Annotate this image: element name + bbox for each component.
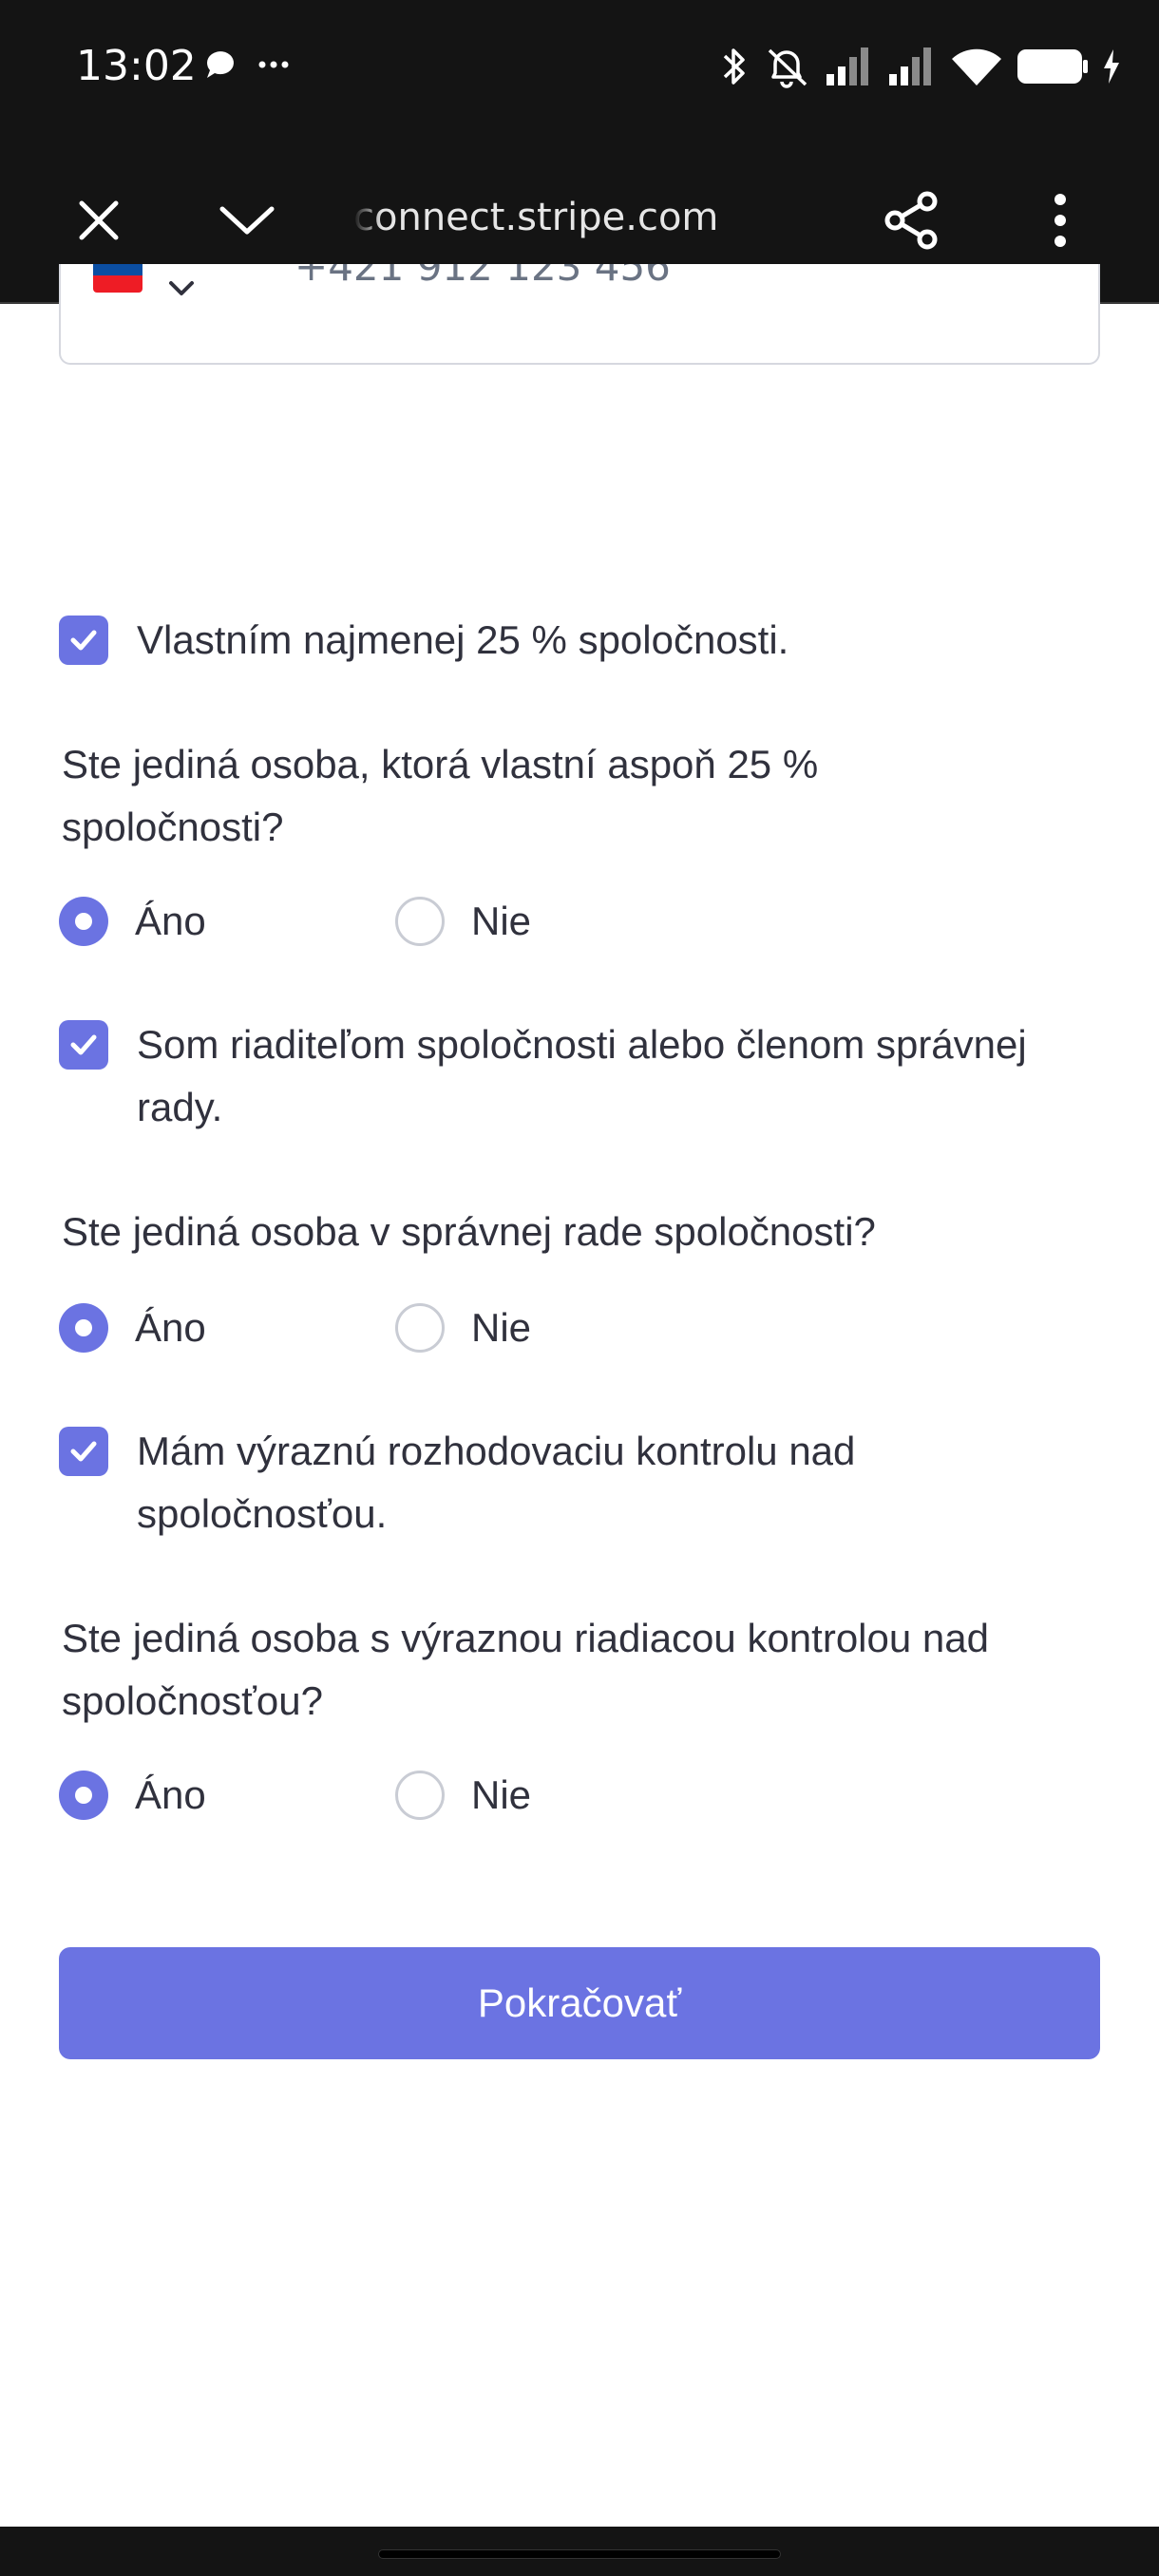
status-right-icons [720, 38, 1121, 95]
charging-icon [1104, 49, 1119, 84]
control-radio-no[interactable]: Nie [395, 1769, 531, 1822]
radio-button-unselected[interactable] [395, 1303, 445, 1353]
share-button[interactable] [874, 182, 950, 258]
director-checkbox-label: Som riaditeľom spoločnosti alebo členom … [137, 1022, 1027, 1129]
status-left-icons [203, 47, 298, 90]
radio-label-no: Nie [471, 899, 532, 943]
checkmark-icon [70, 1034, 97, 1055]
radio-button-unselected[interactable] [395, 897, 445, 946]
chevron-down-icon [219, 206, 275, 235]
radio-label-no: Nie [471, 1305, 532, 1350]
minimize-button[interactable] [209, 182, 285, 258]
chat-bubble-icon [206, 51, 234, 78]
radio-label-yes: Áno [135, 899, 206, 943]
control-checkbox-row[interactable]: Mám výraznú rozhodovaciu kontrolu nad sp… [59, 1427, 1049, 1545]
control-checkbox[interactable] [59, 1427, 108, 1476]
director-question: Ste jediná osoba v správnej rade spoločn… [62, 1209, 876, 1254]
control-radio-group: Áno Nie [59, 1769, 629, 1822]
owner-checkbox-row[interactable]: Vlastním najmenej 25 % spoločnosti. [59, 616, 1049, 672]
radio-button-selected[interactable] [59, 1303, 108, 1353]
status-time: 13:02 [76, 42, 197, 90]
more-options-button[interactable] [1022, 182, 1098, 258]
control-checkbox-label: Mám výraznú rozhodovaciu kontrolu nad sp… [137, 1429, 856, 1536]
checkmark-icon [70, 1441, 97, 1462]
system-navigation-bar [0, 2527, 1159, 2576]
radio-button-selected[interactable] [59, 1771, 108, 1820]
more-dots-icon [258, 61, 289, 68]
director-checkbox[interactable] [59, 1020, 108, 1070]
owner-question: Ste jediná osoba, ktorá vlastní aspoň 25… [62, 742, 819, 849]
url-display[interactable]: connect.stripe.com [353, 196, 847, 249]
owner-radio-no[interactable]: Nie [395, 895, 531, 948]
status-bar: 13:02 [0, 0, 1159, 135]
owner-checkbox-label: Vlastním najmenej 25 % spoločnosti. [137, 617, 789, 662]
slovakia-flag-icon [93, 264, 142, 293]
home-gesture-handle[interactable] [378, 2549, 781, 2559]
owner-radio-yes[interactable]: Áno [59, 895, 206, 948]
phone-input[interactable]: +421 912 123 456 [59, 264, 1100, 365]
control-radio-yes[interactable]: Áno [59, 1769, 206, 1822]
close-icon [79, 200, 119, 240]
share-icon [884, 191, 938, 250]
bluetooth-icon [723, 48, 745, 85]
mute-icon [768, 48, 808, 88]
radio-button-unselected[interactable] [395, 1771, 445, 1820]
battery-icon [1017, 49, 1088, 84]
owner-checkbox[interactable] [59, 616, 108, 665]
checkmark-icon [70, 630, 97, 651]
radio-label-yes: Áno [135, 1305, 206, 1350]
more-vertical-icon [1054, 194, 1066, 247]
radio-label-yes: Áno [135, 1772, 206, 1817]
radio-button-selected[interactable] [59, 897, 108, 946]
continue-button[interactable]: Pokračovať [59, 1947, 1100, 2059]
director-radio-no[interactable]: Nie [395, 1301, 531, 1354]
director-checkbox-row[interactable]: Som riaditeľom spoločnosti alebo členom … [59, 1020, 1049, 1139]
wifi-icon [952, 48, 1001, 85]
chevron-down-icon[interactable] [167, 277, 196, 298]
signal-icon [889, 47, 931, 85]
close-tab-button[interactable] [61, 182, 137, 258]
director-radio-yes[interactable]: Áno [59, 1301, 206, 1354]
control-question: Ste jediná osoba s výraznou riadiacou ko… [62, 1616, 989, 1723]
radio-label-no: Nie [471, 1772, 532, 1817]
director-radio-group: Áno Nie [59, 1301, 629, 1354]
phone-value: +421 912 123 456 [294, 264, 671, 290]
signal-icon [826, 47, 868, 85]
owner-radio-group: Áno Nie [59, 895, 629, 948]
